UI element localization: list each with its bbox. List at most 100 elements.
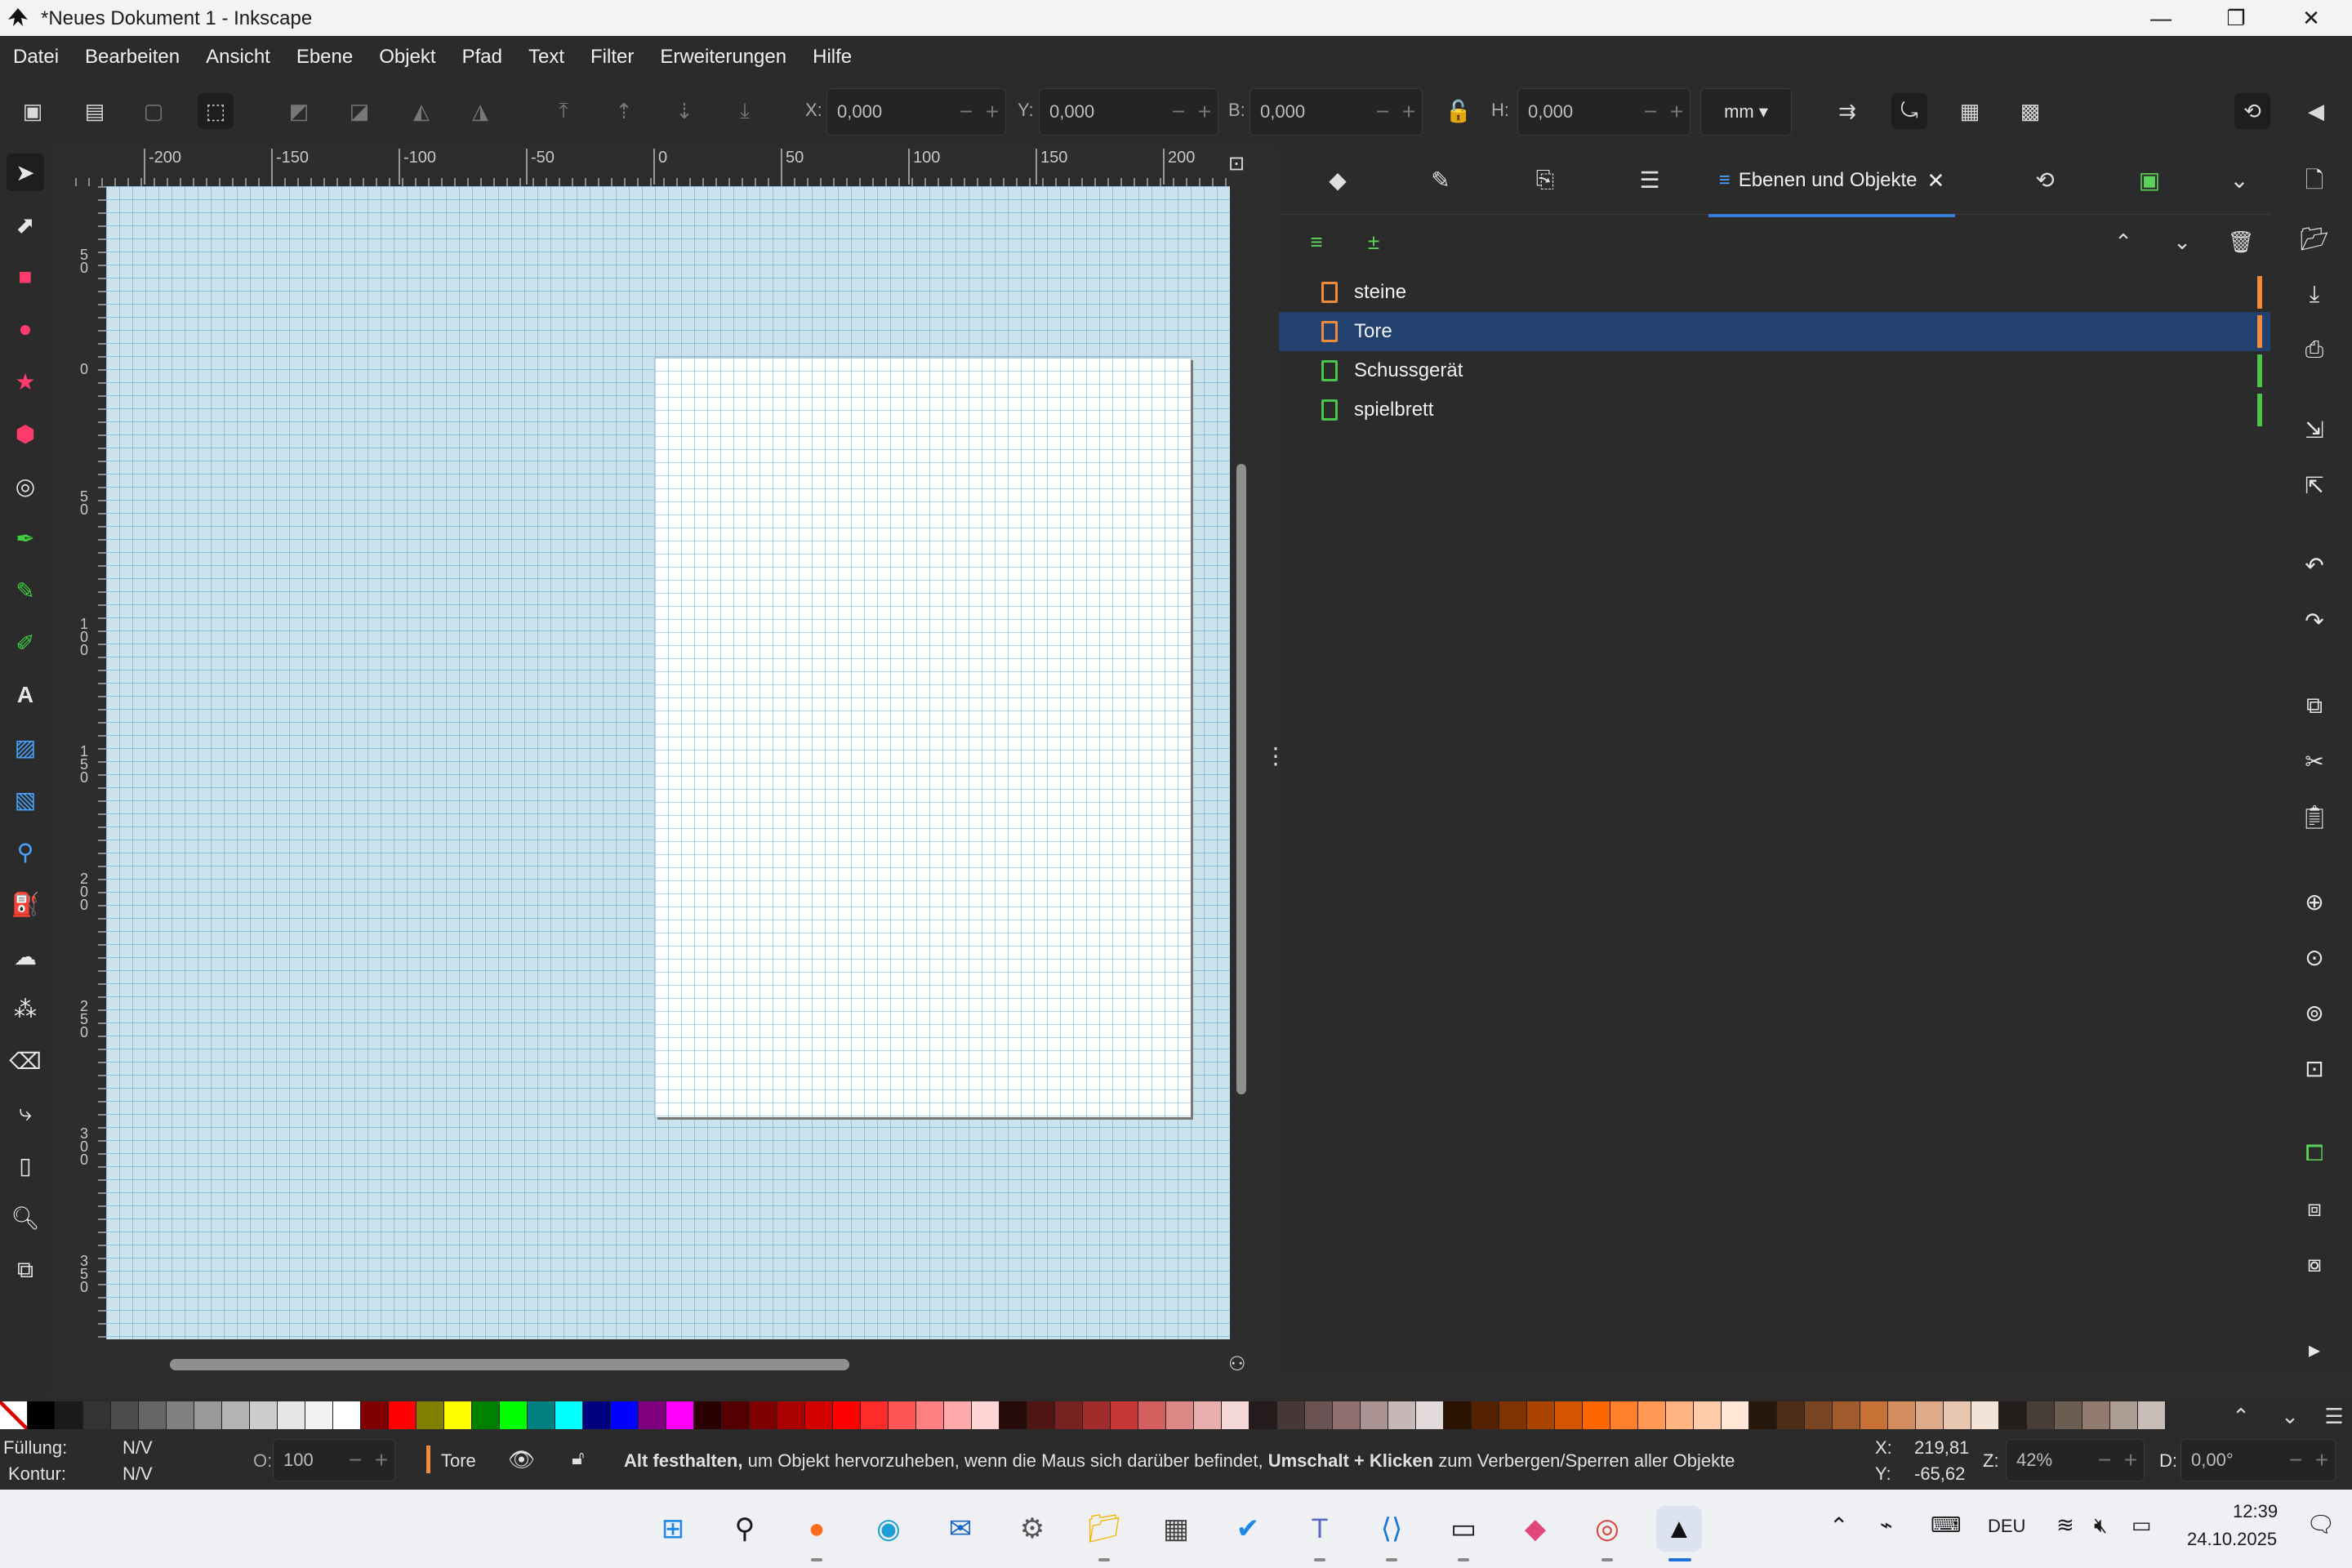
clone-icon[interactable]: ⧈: [2296, 1191, 2332, 1227]
plus-icon[interactable]: +: [1664, 99, 1690, 125]
usb-icon[interactable]: ⌁: [1880, 1512, 1893, 1538]
undo-icon[interactable]: ↶: [2296, 547, 2332, 583]
color-swatch[interactable]: [28, 1401, 56, 1429]
move-down-icon[interactable]: ⌄: [2164, 224, 2200, 260]
duplicate-icon[interactable]: ⧠: [2296, 1135, 2332, 1171]
image-tab-icon[interactable]: ▣: [2132, 162, 2167, 198]
color-swatch[interactable]: [139, 1401, 167, 1429]
color-swatch[interactable]: [972, 1401, 1000, 1429]
color-swatch[interactable]: [1666, 1401, 1694, 1429]
plus-icon[interactable]: +: [2309, 1447, 2335, 1473]
color-swatch[interactable]: [1138, 1401, 1166, 1429]
minus-icon[interactable]: −: [1370, 99, 1396, 125]
color-swatch[interactable]: [583, 1401, 611, 1429]
node-tool-icon[interactable]: ⬈: [7, 206, 44, 243]
color-swatch[interactable]: [1749, 1401, 1777, 1429]
scale-corners-icon[interactable]: ⤿: [1891, 93, 1927, 129]
display-mode-icon[interactable]: ⚇: [1228, 1352, 1253, 1377]
color-swatch[interactable]: [1805, 1401, 1833, 1429]
color-swatch[interactable]: [333, 1401, 361, 1429]
lower-icon[interactable]: ⇣: [666, 93, 702, 129]
color-swatch[interactable]: [83, 1401, 111, 1429]
wifi-icon[interactable]: ≋: [2056, 1512, 2074, 1538]
color-swatch[interactable]: [805, 1401, 833, 1429]
zoom-page-icon[interactable]: ⊚: [2296, 995, 2332, 1031]
file-explorer-icon[interactable]: 📁︎: [1081, 1506, 1127, 1552]
color-swatch[interactable]: [1610, 1401, 1638, 1429]
color-swatch[interactable]: [1055, 1401, 1083, 1429]
maximize-button[interactable]: ❐: [2202, 0, 2270, 36]
color-swatch[interactable]: [500, 1401, 528, 1429]
tab-overflow-icon[interactable]: ⌄: [2221, 162, 2257, 198]
export-tab-icon[interactable]: ⎘: [1527, 162, 1563, 198]
battery-icon[interactable]: ▭: [2132, 1512, 2152, 1538]
color-swatch[interactable]: [444, 1401, 472, 1429]
rectangle-tool-icon[interactable]: ■: [7, 258, 44, 296]
gradient-tool-icon[interactable]: ▨: [7, 728, 44, 766]
snap-menu-arrow-icon[interactable]: ◀: [2298, 93, 2334, 129]
layer-lock-icon[interactable]: 🔓︎: [572, 1447, 585, 1470]
add-layer-icon[interactable]: ≡: [1298, 224, 1334, 260]
zoom-tool-icon[interactable]: 🔍︎: [7, 1199, 44, 1236]
minus-icon[interactable]: −: [1165, 99, 1192, 125]
minus-icon[interactable]: −: [342, 1447, 368, 1473]
color-swatch[interactable]: [416, 1401, 444, 1429]
no-paint-swatch[interactable]: [0, 1401, 28, 1429]
star-tool-icon[interactable]: ★: [7, 363, 44, 400]
color-swatch[interactable]: [1277, 1401, 1305, 1429]
close-tab-icon[interactable]: ✕: [1927, 168, 1945, 194]
color-swatch[interactable]: [1638, 1401, 1666, 1429]
menu-filter[interactable]: Filter: [577, 46, 647, 69]
zoom-field[interactable]: 42% − +: [2006, 1439, 2145, 1481]
lower-to-bottom-icon[interactable]: ⤓: [727, 93, 763, 129]
palette-scroll-down-icon[interactable]: ⌄: [2272, 1398, 2308, 1434]
spiral-tool-icon[interactable]: ◎: [7, 467, 44, 505]
lock-ratio-icon[interactable]: 🔓: [1441, 93, 1477, 129]
layer-row[interactable]: spielbrett: [1279, 390, 2270, 430]
y-field[interactable]: 0,000 − +: [1039, 88, 1218, 136]
color-swatch[interactable]: [1388, 1401, 1416, 1429]
color-swatch[interactable]: [56, 1401, 83, 1429]
ellipse-tool-icon[interactable]: ●: [7, 310, 44, 348]
move-gradients-icon[interactable]: ▦: [1952, 93, 1988, 129]
select-all-icon[interactable]: ▣: [15, 93, 51, 129]
color-swatch[interactable]: [777, 1401, 805, 1429]
opacity-field[interactable]: 100 − +: [273, 1439, 395, 1481]
color-swatch[interactable]: [1361, 1401, 1388, 1429]
unit-select[interactable]: mm ▾: [1700, 88, 1792, 136]
delete-layer-icon[interactable]: 🗑︎: [2223, 224, 2259, 260]
menu-hilfe[interactable]: Hilfe: [800, 46, 865, 69]
add-sublayer-icon[interactable]: ±: [1356, 224, 1392, 260]
measure-tool-icon[interactable]: ▯: [7, 1147, 44, 1184]
height-field[interactable]: 0,000 − +: [1517, 88, 1690, 136]
edge-icon[interactable]: ◉: [866, 1506, 911, 1552]
color-swatch[interactable]: [666, 1401, 694, 1429]
spray-tool-icon[interactable]: ⁂: [7, 990, 44, 1027]
keyboard-icon[interactable]: ⌨: [1931, 1512, 1962, 1538]
menu-bearbeiten[interactable]: Bearbeiten: [72, 46, 193, 69]
copy-icon[interactable]: ⧉: [2296, 688, 2332, 724]
new-document-icon[interactable]: 🗋: [2296, 165, 2332, 201]
color-swatch[interactable]: [1555, 1401, 1583, 1429]
paint-bucket-tool-icon[interactable]: ⛽: [7, 885, 44, 923]
color-swatch[interactable]: [1111, 1401, 1138, 1429]
color-swatch[interactable]: [1027, 1401, 1055, 1429]
rotate-ccw-icon[interactable]: ◩: [281, 93, 317, 129]
move-up-icon[interactable]: ⌃: [2105, 224, 2141, 260]
color-swatch[interactable]: [1444, 1401, 1472, 1429]
color-swatch[interactable]: [1416, 1401, 1444, 1429]
select-all-layers-icon[interactable]: ▤: [77, 93, 113, 129]
minus-icon[interactable]: −: [1637, 99, 1664, 125]
color-swatch[interactable]: [639, 1401, 666, 1429]
color-swatch[interactable]: [1722, 1401, 1749, 1429]
menu-erweiterungen[interactable]: Erweiterungen: [647, 46, 800, 69]
rotate-cw-icon[interactable]: ◪: [341, 93, 377, 129]
menu-text[interactable]: Text: [515, 46, 577, 69]
tab-layers-objects[interactable]: ≡ Ebenen und Objekte ✕: [1708, 147, 1955, 217]
color-swatch[interactable]: [1916, 1401, 1944, 1429]
color-swatch[interactable]: [1000, 1401, 1027, 1429]
palette-menu-icon[interactable]: ☰: [2316, 1398, 2352, 1434]
color-swatch[interactable]: [1833, 1401, 1860, 1429]
close-button[interactable]: ✕: [2277, 0, 2345, 36]
fill-value[interactable]: N/V: [122, 1437, 153, 1459]
